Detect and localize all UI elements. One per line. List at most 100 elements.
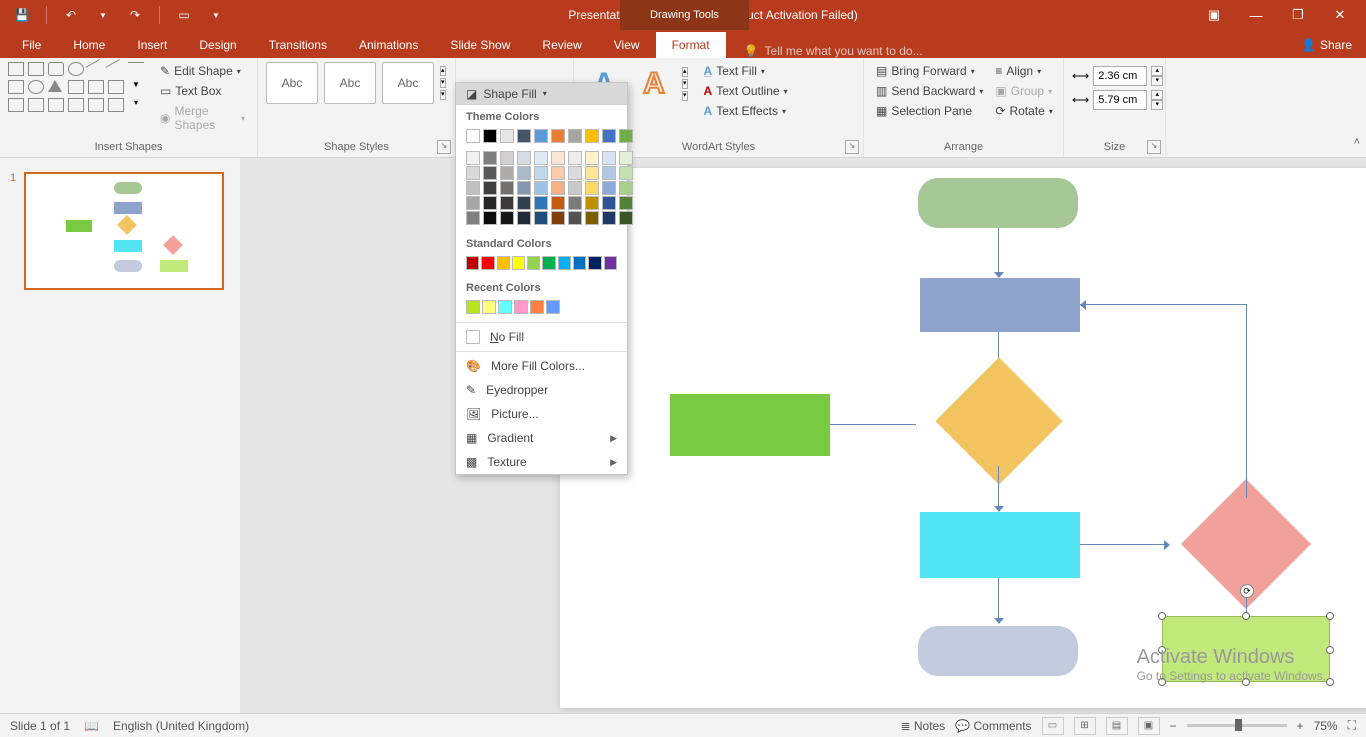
width-down[interactable]: ▾: [1151, 100, 1163, 110]
height-up[interactable]: ▴: [1151, 66, 1163, 76]
selection-pane-button[interactable]: ▦Selection Pane: [872, 102, 987, 120]
color-swatch[interactable]: [568, 151, 582, 165]
shape-process-blue[interactable]: [920, 278, 1080, 332]
color-swatch[interactable]: [619, 151, 633, 165]
color-swatch[interactable]: [534, 211, 548, 225]
color-swatch[interactable]: [527, 256, 540, 270]
color-swatch[interactable]: [602, 211, 616, 225]
color-swatch[interactable]: [602, 166, 616, 180]
tab-view[interactable]: View: [598, 32, 656, 58]
color-swatch[interactable]: [619, 196, 633, 210]
width-up[interactable]: ▴: [1151, 90, 1163, 100]
wordart-expand[interactable]: ▾: [682, 91, 688, 101]
zoom-slider[interactable]: [1187, 724, 1287, 727]
color-swatch[interactable]: [534, 166, 548, 180]
shape-terminator-start[interactable]: [918, 178, 1078, 228]
style-scroll-down[interactable]: ▾: [440, 78, 446, 88]
slide-canvas[interactable]: ⟳: [560, 168, 1366, 708]
color-swatch[interactable]: [500, 151, 514, 165]
shape-expand[interactable]: ▾: [128, 98, 144, 112]
shape-line[interactable]: [106, 59, 127, 79]
color-swatch[interactable]: [517, 196, 531, 210]
qat-customize[interactable]: ▼: [204, 3, 228, 27]
shape-styles-launcher[interactable]: ↘: [437, 140, 451, 154]
color-swatch[interactable]: [602, 196, 616, 210]
shape-oval[interactable]: [68, 62, 84, 76]
color-swatch[interactable]: [517, 211, 531, 225]
color-swatch[interactable]: [483, 166, 497, 180]
color-swatch[interactable]: [500, 196, 514, 210]
color-swatch[interactable]: [517, 151, 531, 165]
tab-home[interactable]: Home: [57, 32, 121, 58]
color-swatch[interactable]: [551, 151, 565, 165]
group-button[interactable]: ▣Group▾: [991, 82, 1056, 100]
tab-design[interactable]: Design: [183, 32, 252, 58]
start-slideshow-icon[interactable]: ▭: [172, 3, 196, 27]
color-swatch[interactable]: [619, 181, 633, 195]
color-swatch[interactable]: [466, 196, 480, 210]
color-swatch[interactable]: [466, 211, 480, 225]
style-scroll-up[interactable]: ▴: [440, 66, 446, 76]
shape[interactable]: [48, 98, 64, 112]
text-effects-button[interactable]: AText Effects▾: [700, 102, 792, 120]
sorter-view-button[interactable]: ⊞: [1074, 717, 1096, 735]
color-swatch[interactable]: [466, 129, 480, 143]
rotation-handle[interactable]: ⟳: [1240, 584, 1254, 598]
slide-thumbnail-1[interactable]: [24, 172, 224, 290]
color-swatch[interactable]: [551, 211, 565, 225]
color-swatch[interactable]: [483, 196, 497, 210]
shape-width-input[interactable]: [1093, 90, 1147, 110]
texture-fill-option[interactable]: ▩Texture▶: [456, 450, 627, 474]
shape-style-gallery[interactable]: Abc Abc Abc ▴▾▾: [266, 62, 446, 104]
shape[interactable]: [68, 80, 84, 94]
color-swatch[interactable]: [573, 256, 586, 270]
rotate-button[interactable]: ⟳Rotate▾: [991, 102, 1056, 120]
color-swatch[interactable]: [482, 300, 496, 314]
tell-me-search[interactable]: 💡Tell me what you want to do...: [726, 44, 1287, 58]
minimize-icon[interactable]: —: [1238, 3, 1274, 27]
shape-decision-yellow[interactable]: [935, 357, 1062, 484]
spellcheck-icon[interactable]: 📖: [84, 719, 99, 733]
color-swatch[interactable]: [514, 300, 528, 314]
color-swatch[interactable]: [466, 166, 480, 180]
shape-terminator-end[interactable]: [918, 626, 1078, 676]
color-swatch[interactable]: [568, 211, 582, 225]
tab-transitions[interactable]: Transitions: [253, 32, 343, 58]
color-swatch[interactable]: [500, 129, 514, 143]
shape-tri[interactable]: [48, 80, 62, 92]
color-swatch[interactable]: [551, 129, 565, 143]
gradient-fill-option[interactable]: ▦Gradient▶: [456, 426, 627, 450]
fit-to-window-button[interactable]: ⛶: [1348, 718, 1356, 733]
shape-style-item[interactable]: Abc: [382, 62, 434, 104]
color-swatch[interactable]: [568, 196, 582, 210]
shape-style-item[interactable]: Abc: [266, 62, 318, 104]
color-swatch[interactable]: [619, 129, 633, 143]
notes-button[interactable]: ≣ Notes: [900, 719, 945, 733]
color-swatch[interactable]: [483, 211, 497, 225]
color-swatch[interactable]: [466, 151, 480, 165]
shape-more[interactable]: ▼: [128, 80, 144, 94]
color-swatch[interactable]: [517, 166, 531, 180]
color-swatch[interactable]: [517, 129, 531, 143]
color-swatch[interactable]: [551, 181, 565, 195]
shape[interactable]: [108, 80, 124, 94]
tab-review[interactable]: Review: [526, 32, 597, 58]
color-swatch[interactable]: [483, 151, 497, 165]
color-swatch[interactable]: [568, 181, 582, 195]
zoom-in-button[interactable]: +: [1297, 719, 1304, 733]
bring-forward-button[interactable]: ▤Bring Forward▾: [872, 62, 987, 80]
color-swatch[interactable]: [466, 256, 479, 270]
undo-dropdown[interactable]: ▼: [91, 3, 115, 27]
style-gallery-expand[interactable]: ▾: [440, 90, 446, 100]
color-swatch[interactable]: [585, 211, 599, 225]
color-swatch[interactable]: [534, 151, 548, 165]
shape-line[interactable]: [128, 62, 144, 76]
wordart-launcher[interactable]: ↘: [845, 140, 859, 154]
tab-file[interactable]: File: [6, 32, 57, 58]
wordart-scroll-up[interactable]: ▴: [682, 67, 688, 77]
eyedropper-option[interactable]: ✎Eyedropper: [456, 378, 627, 402]
shape[interactable]: [28, 80, 44, 94]
color-swatch[interactable]: [483, 181, 497, 195]
text-box-button[interactable]: ▭Text Box: [156, 82, 249, 100]
save-icon[interactable]: 💾: [10, 3, 34, 27]
